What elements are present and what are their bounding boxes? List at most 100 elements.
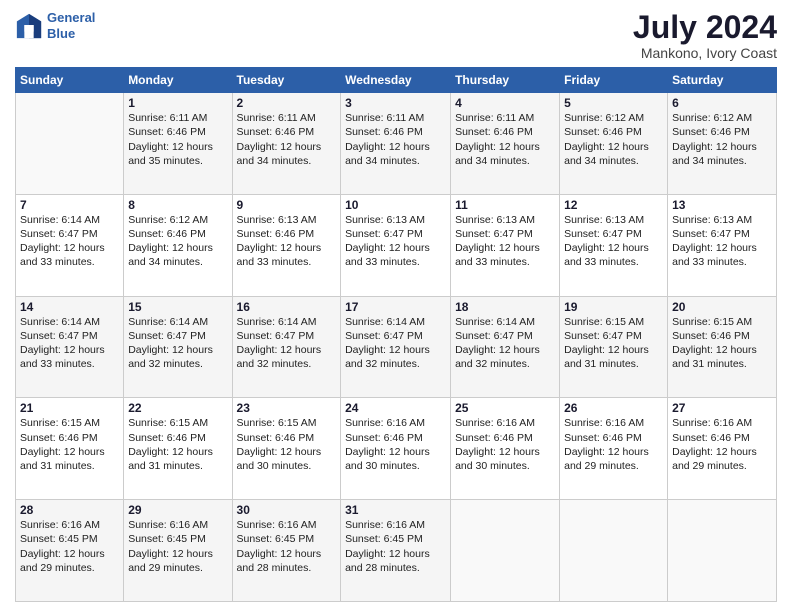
calendar-cell: 18Sunrise: 6:14 AM Sunset: 6:47 PM Dayli… [451, 296, 560, 398]
day-info: Sunrise: 6:14 AM Sunset: 6:47 PM Dayligh… [345, 315, 446, 372]
day-info: Sunrise: 6:15 AM Sunset: 6:47 PM Dayligh… [564, 315, 663, 372]
day-info: Sunrise: 6:12 AM Sunset: 6:46 PM Dayligh… [672, 111, 772, 168]
weekday-header-sunday: Sunday [16, 68, 124, 93]
weekday-header-tuesday: Tuesday [232, 68, 341, 93]
calendar-cell: 19Sunrise: 6:15 AM Sunset: 6:47 PM Dayli… [560, 296, 668, 398]
day-number: 16 [237, 300, 337, 314]
calendar-cell: 27Sunrise: 6:16 AM Sunset: 6:46 PM Dayli… [668, 398, 777, 500]
day-number: 28 [20, 503, 119, 517]
day-info: Sunrise: 6:15 AM Sunset: 6:46 PM Dayligh… [237, 416, 337, 473]
day-info: Sunrise: 6:15 AM Sunset: 6:46 PM Dayligh… [128, 416, 227, 473]
calendar-cell: 4Sunrise: 6:11 AM Sunset: 6:46 PM Daylig… [451, 93, 560, 195]
logo: General Blue [15, 10, 95, 41]
weekday-header-saturday: Saturday [668, 68, 777, 93]
logo-line1: General [47, 10, 95, 26]
day-number: 13 [672, 198, 772, 212]
day-info: Sunrise: 6:12 AM Sunset: 6:46 PM Dayligh… [564, 111, 663, 168]
weekday-header-row: SundayMondayTuesdayWednesdayThursdayFrid… [16, 68, 777, 93]
day-number: 30 [237, 503, 337, 517]
header: General Blue July 2024 Mankono, Ivory Co… [15, 10, 777, 61]
calendar-cell: 14Sunrise: 6:14 AM Sunset: 6:47 PM Dayli… [16, 296, 124, 398]
day-info: Sunrise: 6:14 AM Sunset: 6:47 PM Dayligh… [20, 315, 119, 372]
calendar-cell: 30Sunrise: 6:16 AM Sunset: 6:45 PM Dayli… [232, 500, 341, 602]
day-number: 9 [237, 198, 337, 212]
calendar-cell [560, 500, 668, 602]
day-number: 31 [345, 503, 446, 517]
day-info: Sunrise: 6:16 AM Sunset: 6:45 PM Dayligh… [237, 518, 337, 575]
weekday-header-monday: Monday [124, 68, 232, 93]
day-info: Sunrise: 6:14 AM Sunset: 6:47 PM Dayligh… [455, 315, 555, 372]
day-info: Sunrise: 6:13 AM Sunset: 6:46 PM Dayligh… [237, 213, 337, 270]
calendar-cell: 10Sunrise: 6:13 AM Sunset: 6:47 PM Dayli… [341, 194, 451, 296]
calendar-cell: 21Sunrise: 6:15 AM Sunset: 6:46 PM Dayli… [16, 398, 124, 500]
calendar-cell: 12Sunrise: 6:13 AM Sunset: 6:47 PM Dayli… [560, 194, 668, 296]
calendar-week-1: 1Sunrise: 6:11 AM Sunset: 6:46 PM Daylig… [16, 93, 777, 195]
calendar-week-4: 21Sunrise: 6:15 AM Sunset: 6:46 PM Dayli… [16, 398, 777, 500]
day-number: 11 [455, 198, 555, 212]
day-number: 17 [345, 300, 446, 314]
calendar-cell [668, 500, 777, 602]
day-number: 22 [128, 401, 227, 415]
page: General Blue July 2024 Mankono, Ivory Co… [0, 0, 792, 612]
calendar-week-5: 28Sunrise: 6:16 AM Sunset: 6:45 PM Dayli… [16, 500, 777, 602]
calendar-cell: 23Sunrise: 6:15 AM Sunset: 6:46 PM Dayli… [232, 398, 341, 500]
calendar-cell: 29Sunrise: 6:16 AM Sunset: 6:45 PM Dayli… [124, 500, 232, 602]
day-info: Sunrise: 6:13 AM Sunset: 6:47 PM Dayligh… [564, 213, 663, 270]
calendar-week-3: 14Sunrise: 6:14 AM Sunset: 6:47 PM Dayli… [16, 296, 777, 398]
day-number: 26 [564, 401, 663, 415]
calendar-cell: 5Sunrise: 6:12 AM Sunset: 6:46 PM Daylig… [560, 93, 668, 195]
day-number: 2 [237, 96, 337, 110]
day-number: 29 [128, 503, 227, 517]
day-info: Sunrise: 6:11 AM Sunset: 6:46 PM Dayligh… [345, 111, 446, 168]
day-info: Sunrise: 6:13 AM Sunset: 6:47 PM Dayligh… [455, 213, 555, 270]
main-title: July 2024 [633, 10, 777, 45]
logo-icon [15, 12, 43, 40]
day-info: Sunrise: 6:16 AM Sunset: 6:46 PM Dayligh… [672, 416, 772, 473]
calendar-cell: 3Sunrise: 6:11 AM Sunset: 6:46 PM Daylig… [341, 93, 451, 195]
day-number: 5 [564, 96, 663, 110]
day-info: Sunrise: 6:12 AM Sunset: 6:46 PM Dayligh… [128, 213, 227, 270]
calendar-cell: 7Sunrise: 6:14 AM Sunset: 6:47 PM Daylig… [16, 194, 124, 296]
calendar-cell: 24Sunrise: 6:16 AM Sunset: 6:46 PM Dayli… [341, 398, 451, 500]
logo-line2: Blue [47, 26, 95, 42]
calendar-cell: 2Sunrise: 6:11 AM Sunset: 6:46 PM Daylig… [232, 93, 341, 195]
day-number: 3 [345, 96, 446, 110]
calendar-cell: 6Sunrise: 6:12 AM Sunset: 6:46 PM Daylig… [668, 93, 777, 195]
day-info: Sunrise: 6:13 AM Sunset: 6:47 PM Dayligh… [345, 213, 446, 270]
day-number: 25 [455, 401, 555, 415]
calendar-cell: 22Sunrise: 6:15 AM Sunset: 6:46 PM Dayli… [124, 398, 232, 500]
calendar-cell: 20Sunrise: 6:15 AM Sunset: 6:46 PM Dayli… [668, 296, 777, 398]
calendar-cell: 13Sunrise: 6:13 AM Sunset: 6:47 PM Dayli… [668, 194, 777, 296]
day-number: 18 [455, 300, 555, 314]
calendar-cell: 26Sunrise: 6:16 AM Sunset: 6:46 PM Dayli… [560, 398, 668, 500]
day-number: 20 [672, 300, 772, 314]
day-info: Sunrise: 6:16 AM Sunset: 6:45 PM Dayligh… [345, 518, 446, 575]
subtitle: Mankono, Ivory Coast [633, 45, 777, 61]
calendar-cell: 17Sunrise: 6:14 AM Sunset: 6:47 PM Dayli… [341, 296, 451, 398]
day-number: 15 [128, 300, 227, 314]
day-info: Sunrise: 6:16 AM Sunset: 6:45 PM Dayligh… [128, 518, 227, 575]
calendar-cell: 31Sunrise: 6:16 AM Sunset: 6:45 PM Dayli… [341, 500, 451, 602]
day-info: Sunrise: 6:16 AM Sunset: 6:45 PM Dayligh… [20, 518, 119, 575]
day-info: Sunrise: 6:15 AM Sunset: 6:46 PM Dayligh… [20, 416, 119, 473]
day-info: Sunrise: 6:14 AM Sunset: 6:47 PM Dayligh… [20, 213, 119, 270]
day-info: Sunrise: 6:14 AM Sunset: 6:47 PM Dayligh… [128, 315, 227, 372]
day-info: Sunrise: 6:11 AM Sunset: 6:46 PM Dayligh… [237, 111, 337, 168]
day-info: Sunrise: 6:11 AM Sunset: 6:46 PM Dayligh… [128, 111, 227, 168]
day-number: 27 [672, 401, 772, 415]
day-number: 4 [455, 96, 555, 110]
weekday-header-wednesday: Wednesday [341, 68, 451, 93]
day-info: Sunrise: 6:16 AM Sunset: 6:46 PM Dayligh… [564, 416, 663, 473]
day-info: Sunrise: 6:13 AM Sunset: 6:47 PM Dayligh… [672, 213, 772, 270]
day-number: 10 [345, 198, 446, 212]
day-number: 7 [20, 198, 119, 212]
day-number: 23 [237, 401, 337, 415]
day-number: 6 [672, 96, 772, 110]
calendar-cell: 25Sunrise: 6:16 AM Sunset: 6:46 PM Dayli… [451, 398, 560, 500]
calendar-cell: 1Sunrise: 6:11 AM Sunset: 6:46 PM Daylig… [124, 93, 232, 195]
day-number: 24 [345, 401, 446, 415]
weekday-header-friday: Friday [560, 68, 668, 93]
day-info: Sunrise: 6:11 AM Sunset: 6:46 PM Dayligh… [455, 111, 555, 168]
calendar-cell [16, 93, 124, 195]
logo-text: General Blue [47, 10, 95, 41]
